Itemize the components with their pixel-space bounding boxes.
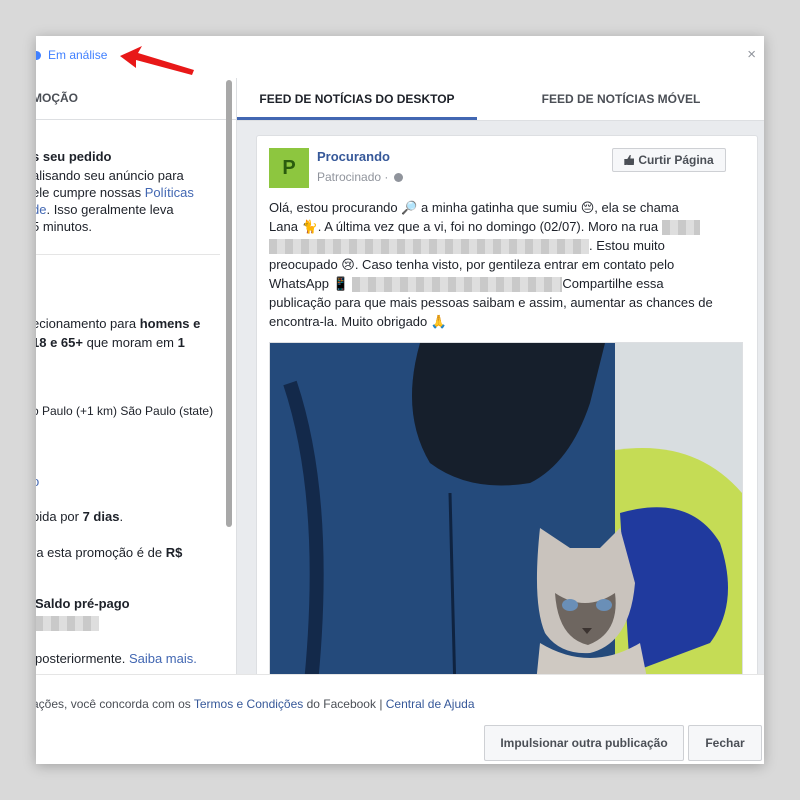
boost-another-post-button[interactable]: Impulsionar outra publicação	[484, 725, 684, 761]
status-dot-icon	[36, 51, 41, 60]
page-avatar[interactable]: P	[269, 148, 309, 188]
review-line-3: de. Isso geralmente leva	[36, 201, 174, 218]
cat-photo-image	[270, 343, 742, 693]
preview-panel: FEED DE NOTÍCIAS DO DESKTOP FEED DE NOTÍ…	[237, 78, 764, 697]
preview-tabs: FEED DE NOTÍCIAS DO DESKTOP FEED DE NOTÍ…	[237, 78, 764, 121]
section-divider	[36, 254, 220, 255]
promotion-tab[interactable]: MOÇÃO	[36, 78, 236, 120]
sponsored-label: Patrocinado ·	[317, 170, 403, 184]
duration-text: bida por 7 dias.	[36, 509, 124, 524]
status-label: Em análise	[48, 48, 108, 62]
like-page-button[interactable]: Curtir Página	[612, 148, 726, 172]
close-icon[interactable]: ×	[747, 46, 756, 63]
terms-link[interactable]: Termos e Condições	[194, 697, 303, 711]
post-text: Olá, estou procurando 🔎 a minha gatinha …	[269, 198, 749, 331]
globe-icon	[393, 173, 403, 183]
promotion-summary-panel: MOÇÃO s seu pedido alisando seu anúncio …	[36, 78, 237, 674]
policies-link-cont[interactable]: de	[36, 202, 46, 217]
promotion-tab-label: MOÇÃO	[36, 91, 78, 105]
dialog-footer: ações, você concorda com os Termos e Con…	[36, 674, 764, 764]
review-line-4: 5 minutos.	[36, 219, 92, 234]
post-line-3: . Estou muito	[269, 236, 749, 255]
policies-link[interactable]: Políticas	[145, 185, 194, 200]
tab-mobile-feed[interactable]: FEED DE NOTÍCIAS MÓVEL	[501, 78, 741, 120]
scrollbar[interactable]	[226, 80, 232, 527]
page-name[interactable]: Procurando	[317, 149, 390, 164]
audience-line-1: ecionamento para homens e	[36, 316, 201, 331]
close-button[interactable]: Fechar	[688, 725, 762, 761]
thumbs-up-icon	[624, 155, 635, 165]
post-line-4: preocupado 😢. Caso tenha visto, por gent…	[269, 257, 675, 272]
tab-desktop-feed[interactable]: FEED DE NOTÍCIAS DO DESKTOP	[237, 78, 477, 120]
redacted-balance	[36, 614, 99, 632]
review-title: s seu pedido	[36, 149, 112, 164]
post-line-1: Olá, estou procurando 🔎 a minha gatinha …	[269, 200, 679, 215]
post-line-6: publicação para que mais pessoas saibam …	[269, 295, 713, 310]
help-center-link[interactable]: Central de Ajuda	[386, 697, 475, 711]
location-text: o Paulo (+1 km) São Paulo (state)	[36, 404, 214, 418]
learn-more-link[interactable]: Saiba mais.	[129, 651, 197, 666]
post-line-7: encontra-la. Muito obrigado 🙏	[269, 314, 448, 329]
post-line-2: Lana 🐈. A última vez que a vi, foi no do…	[269, 217, 749, 236]
ad-post-preview: P Procurando Patrocinado · Curtir Página…	[256, 135, 758, 697]
legal-text: ações, você concorda com os Termos e Con…	[36, 697, 475, 711]
payment-title: Saldo pré-pago	[36, 596, 130, 611]
post-photo	[269, 342, 743, 694]
post-line-5: WhatsApp 📱 Compartilhe essa	[269, 276, 664, 293]
red-arrow-annotation-icon	[120, 46, 194, 75]
audience-edit-link[interactable]: o	[36, 473, 39, 490]
promotion-dialog: Em análise × MOÇÃO s seu pedido alisando…	[36, 36, 764, 764]
review-line-1: alisando seu anúncio para	[36, 168, 184, 183]
review-line-2: ele cumpre nossas Políticas	[36, 185, 194, 200]
audience-line-2: 18 e 65+ que moram em 1	[36, 335, 185, 350]
budget-text: ra esta promoção é de R$	[36, 545, 183, 560]
later-text: posteriormente. Saiba mais.	[36, 651, 197, 666]
